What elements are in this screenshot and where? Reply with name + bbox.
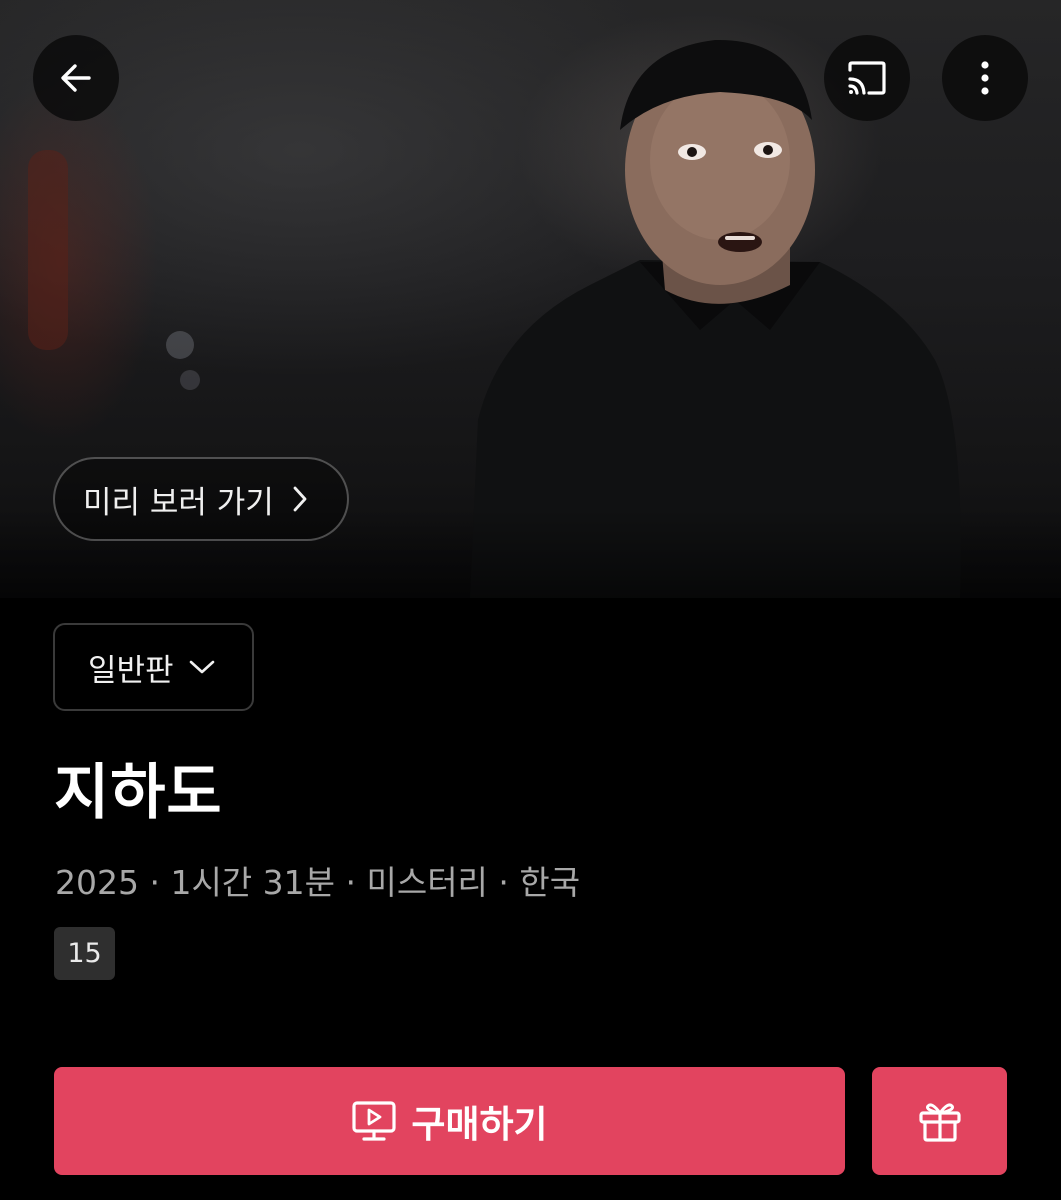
cast-icon	[845, 58, 889, 98]
edition-selected-label: 일반판	[88, 652, 174, 689]
movie-meta: 2025 · 1시간 31분 · 미스터리 · 한국	[55, 863, 581, 902]
chevron-down-icon	[188, 659, 216, 675]
buy-button[interactable]: 구매하기	[54, 1067, 845, 1175]
cast-button[interactable]	[824, 35, 910, 121]
movie-title: 지하도	[54, 758, 223, 828]
more-vertical-icon	[979, 60, 991, 96]
chevron-right-icon	[292, 485, 308, 513]
gift-icon	[917, 1099, 963, 1143]
arrow-left-icon	[56, 58, 96, 98]
preview-label: 미리 보러 가기	[83, 484, 274, 521]
age-rating-badge: 15	[54, 927, 115, 980]
edition-select[interactable]: 일반판	[53, 623, 254, 711]
play-screen-icon	[351, 1100, 397, 1142]
back-button[interactable]	[33, 35, 119, 121]
preview-button[interactable]: 미리 보러 가기	[53, 457, 349, 541]
buy-label: 구매하기	[411, 1103, 548, 1146]
gift-button[interactable]	[872, 1067, 1007, 1175]
more-options-button[interactable]	[942, 35, 1028, 121]
